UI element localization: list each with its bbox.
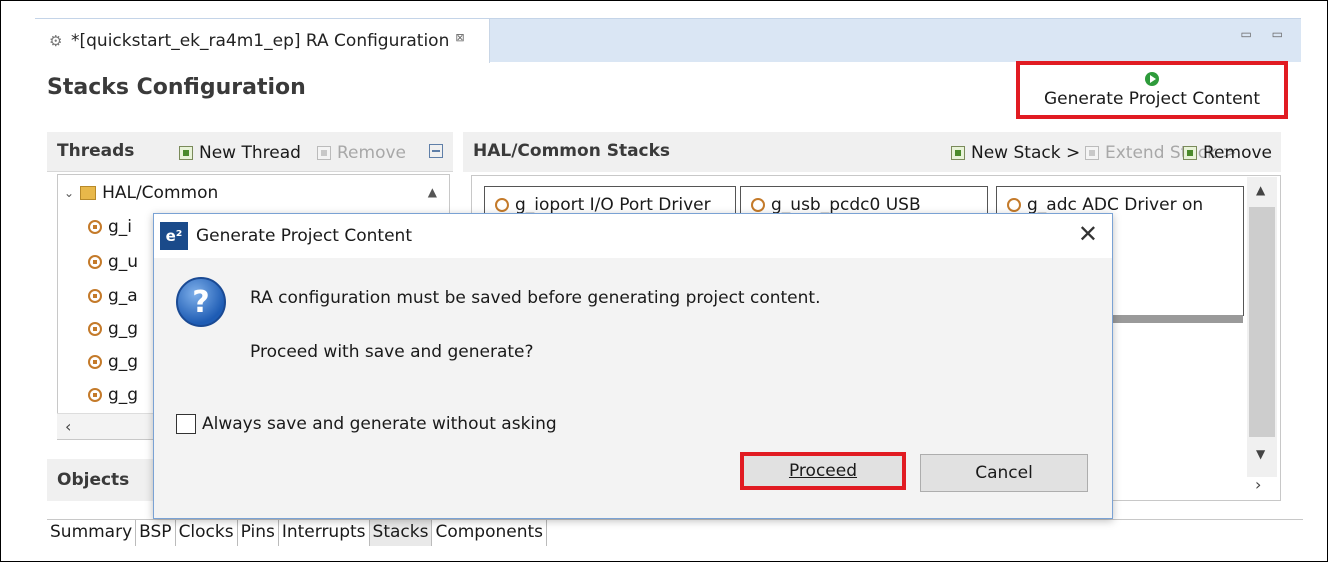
remove-icon [317,146,331,160]
stacks-vertical-scrollbar[interactable]: ▲ ▼ [1247,177,1277,477]
new-stack-button[interactable]: New Stack > [951,143,1080,163]
stack-module-label: g_adc ADC Driver on [1027,195,1204,215]
tree-item-label: g_i [108,217,133,237]
collapse-all-icon[interactable] [429,144,443,158]
tree-item[interactable]: g_g [88,319,138,339]
new-thread-label: New Thread [199,143,301,163]
chevron-down-icon[interactable]: ▼ [1256,447,1265,461]
generate-project-content-dialog: e² Generate Project Content ✕ ? RA confi… [153,213,1113,519]
tree-item[interactable]: g_a [88,286,138,306]
page-title: Stacks Configuration [47,75,306,100]
editor-tab-ra-configuration[interactable]: ⚙ *[quickstart_ek_ra4m1_ep] RA Configura… [35,19,490,63]
tab-stacks[interactable]: Stacks [369,520,433,546]
tab-interrupts[interactable]: Interrupts [279,520,370,546]
tree-item-label: g_u [108,252,139,272]
module-icon [1007,198,1021,212]
module-icon [88,322,102,336]
module-icon [88,220,102,234]
tree-root-label: HAL/Common [102,183,219,203]
tree-item[interactable]: g_g [88,385,138,405]
threads-panel-header: Threads New Thread Remove [47,132,453,172]
new-thread-icon [179,146,193,160]
tab-summary[interactable]: Summary [47,520,137,546]
chevron-down-icon[interactable]: ⌄ [64,186,74,200]
editor-tab-label: *[quickstart_ek_ra4m1_ep] RA Configurati… [71,31,450,51]
stack-module-label: g_ioport I/O Port Driver [515,195,711,215]
always-save-checkbox[interactable] [176,414,196,434]
thread-icon [80,186,97,200]
close-icon[interactable]: ⊠ [455,31,464,44]
module-icon [88,289,102,303]
module-icon [88,255,102,269]
tree-item-label: g_a [108,286,138,306]
tab-pins[interactable]: Pins [238,520,279,546]
tree-item[interactable]: g_i [88,217,132,237]
module-icon [751,198,765,212]
module-icon [88,355,102,369]
tab-bsp[interactable]: BSP [136,520,176,546]
tree-item-label: g_g [108,385,139,405]
play-icon [1145,71,1159,86]
chevron-up-icon[interactable]: ▲ [428,185,437,199]
window-controls[interactable]: ▭ ▭ [1241,27,1292,41]
dialog-title-bar: e² Generate Project Content ✕ [154,214,1112,258]
remove-stack-label: Remove [1203,143,1272,163]
module-icon [495,198,509,212]
remove-thread-label: Remove [337,143,406,163]
generate-button-label: Generate Project Content [1044,88,1260,109]
stacks-title: HAL/Common Stacks [473,141,671,161]
close-icon[interactable]: ✕ [1078,222,1098,246]
remove-stack-button[interactable]: Remove [1183,143,1272,163]
dialog-question: Proceed with save and generate? [250,342,534,362]
tree-item-label: g_g [108,352,139,372]
tree-root-hal-common[interactable]: ⌄ HAL/Common [64,183,218,203]
new-stack-icon [951,146,965,160]
proceed-button[interactable]: Proceed [740,452,906,490]
stack-module-label: g_usb_pcdc0 USB [771,195,921,215]
remove-icon [1183,146,1197,160]
threads-title: Threads [57,141,135,161]
chevron-right-icon[interactable]: › [1255,475,1261,494]
chevron-left-icon[interactable]: ‹ [65,417,71,436]
always-save-checkbox-row[interactable]: Always save and generate without asking [176,414,557,434]
new-stack-label: New Stack > [971,143,1081,163]
always-save-label: Always save and generate without asking [202,414,557,434]
config-tabs: Summary BSP Clocks Pins Interrupts Stack… [47,519,1303,547]
scrollbar-thumb[interactable] [1249,207,1275,437]
new-thread-button[interactable]: New Thread [179,143,301,163]
stacks-panel-header: HAL/Common Stacks New Stack > Extend Sta… [463,132,1281,172]
tab-clocks[interactable]: Clocks [176,520,238,546]
tab-components[interactable]: Components [432,520,548,546]
tree-item-label: g_g [108,319,139,339]
extend-stack-icon [1085,146,1099,160]
tree-item[interactable]: g_g [88,352,138,372]
chevron-up-icon[interactable]: ▲ [1256,183,1265,197]
remove-thread-button[interactable]: Remove [317,143,406,163]
gear-icon: ⚙ [49,32,63,50]
module-icon [88,388,102,402]
cancel-button[interactable]: Cancel [920,454,1088,492]
tree-item[interactable]: g_u [88,252,138,272]
dialog-message: RA configuration must be saved before ge… [250,288,821,308]
e2-logo-icon: e² [160,222,188,250]
objects-title: Objects [57,470,130,490]
ide-window: ⚙ *[quickstart_ek_ra4m1_ep] RA Configura… [0,0,1328,562]
editor-tab-bar: ⚙ *[quickstart_ek_ra4m1_ep] RA Configura… [35,18,1301,63]
dialog-title: Generate Project Content [196,226,412,246]
generate-project-content-button[interactable]: Generate Project Content [1016,61,1288,119]
question-icon: ? [176,277,226,327]
